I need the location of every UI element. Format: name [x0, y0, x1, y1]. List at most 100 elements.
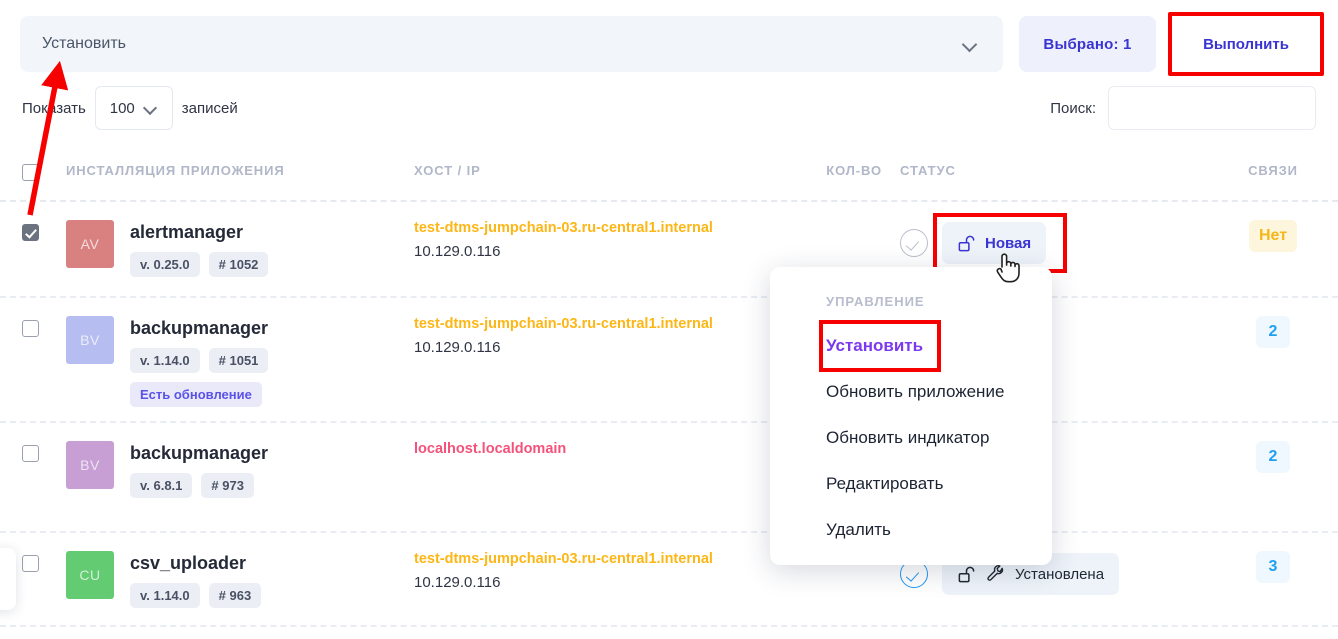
app-cell: CU csv_uploader v. 1.14.0 # 963 — [66, 551, 414, 608]
avatar: CU — [66, 551, 114, 599]
host-name[interactable]: test-dtms-jumpchain-03.ru-central1.inter… — [414, 220, 814, 236]
app-name: csv_uploader — [130, 553, 247, 573]
table-controls: Показать 100 записей Поиск: — [22, 86, 1316, 132]
select-all-checkbox[interactable] — [22, 163, 39, 181]
row-checkbox[interactable] — [22, 555, 39, 572]
search-group: Поиск: — [1050, 86, 1316, 130]
column-header-links: СВЯЗИ — [1248, 162, 1298, 178]
avatar-initials: BV — [80, 332, 100, 348]
row-select-cell — [22, 316, 66, 337]
app-info: backupmanager v. 1.14.0 # 1051 Есть обно… — [130, 316, 269, 407]
menu-item-label: Установить — [826, 336, 924, 355]
update-available-badge: Есть обновление — [130, 382, 262, 407]
status-label: Новая — [985, 234, 1032, 252]
top-action-bar: Установить Выбрано: 1 Выполнить — [20, 12, 1324, 76]
status-badge[interactable]: Новая — [933, 213, 1067, 273]
execute-button[interactable]: Выполнить — [1172, 16, 1320, 72]
host-name[interactable]: test-dtms-jumpchain-03.ru-central1.inter… — [414, 316, 814, 332]
wrench-icon — [987, 565, 1004, 581]
chevron-down-icon — [963, 36, 979, 52]
host-cell: test-dtms-jumpchain-03.ru-central1.inter… — [414, 551, 814, 591]
chevron-down-icon — [144, 101, 158, 115]
column-header-qty: КОЛ-ВО — [826, 162, 882, 178]
row-checkbox[interactable] — [22, 320, 39, 337]
app-chips: v. 1.14.0 # 963 — [130, 583, 262, 608]
show-suffix-label: записей — [181, 99, 238, 117]
host-cell: test-dtms-jumpchain-03.ru-central1.inter… — [414, 220, 814, 260]
links-cell: Нет — [1226, 220, 1338, 252]
installations-table: ИНСТАЛЛЯЦИЯ ПРИЛОЖЕНИЯ ХОСТ / IP КОЛ-ВО … — [0, 140, 1338, 627]
page-length-value: 100 — [109, 99, 135, 117]
page-length-group: Показать 100 записей — [22, 86, 238, 130]
menu-item-edit[interactable]: Редактировать — [770, 461, 1052, 507]
menu-item-label: Обновить приложение — [826, 382, 1005, 401]
host-ip: 10.129.0.116 — [414, 339, 501, 356]
select-all-cell — [22, 160, 66, 181]
host-ip: 10.129.0.116 — [414, 574, 501, 591]
table-row[interactable]: BV backupmanager v. 6.8.1 # 973 localhos… — [0, 423, 1338, 533]
app-cell: BV backupmanager v. 1.14.0 # 1051 Есть о… — [66, 316, 414, 407]
page-length-select[interactable]: 100 — [94, 86, 173, 130]
app-chips: v. 6.8.1 # 973 — [130, 473, 268, 498]
avatar-initials: CU — [79, 567, 101, 583]
build-chip: # 1051 — [208, 348, 269, 373]
status-cell: Новая — [882, 213, 1226, 273]
build-chip: # 973 — [201, 473, 254, 498]
version-chip: v. 1.14.0 — [130, 583, 200, 608]
host-name[interactable]: localhost.localdomain — [414, 441, 814, 457]
app-name: backupmanager — [130, 443, 269, 463]
search-label: Поиск: — [1050, 99, 1096, 117]
execute-button-label: Выполнить — [1203, 35, 1289, 53]
host-name[interactable]: test-dtms-jumpchain-03.ru-central1.inter… — [414, 551, 814, 567]
host-cell: test-dtms-jumpchain-03.ru-central1.inter… — [414, 316, 814, 356]
app-update-chips: Есть обновление — [130, 373, 268, 407]
build-chip: # 963 — [208, 583, 262, 608]
column-header-host: ХОСТ / IP — [414, 162, 481, 178]
table-row[interactable]: BV backupmanager v. 1.14.0 # 1051 Есть о… — [0, 298, 1338, 423]
menu-item-update-indicator[interactable]: Обновить индикатор — [770, 415, 1052, 461]
row-checkbox[interactable] — [22, 445, 39, 462]
build-chip: # 1052 — [208, 252, 269, 277]
menu-item-install[interactable]: Установить — [770, 323, 1052, 369]
avatar: AV — [66, 220, 114, 268]
edge-floating-card — [0, 548, 16, 610]
row-select-cell — [22, 551, 66, 572]
app-name: backupmanager — [130, 318, 269, 338]
links-badge[interactable]: 2 — [1256, 316, 1290, 348]
menu-item-install-wrapper: Установить — [770, 320, 1052, 372]
row-select-cell — [22, 220, 66, 241]
menu-item-delete[interactable]: Удалить — [770, 507, 1052, 553]
table-row[interactable]: CU csv_uploader v. 1.14.0 # 963 test-dtm… — [0, 533, 1338, 627]
bulk-action-value: Установить — [42, 35, 126, 52]
table-header-row: ИНСТАЛЛЯЦИЯ ПРИЛОЖЕНИЯ ХОСТ / IP КОЛ-ВО … — [0, 140, 1338, 202]
management-context-menu: УПРАВЛЕНИЕ Установить Обновить приложени… — [770, 267, 1052, 565]
row-checkbox[interactable] — [22, 224, 39, 241]
row-select-cell — [22, 441, 66, 462]
menu-item-label: Редактировать — [826, 474, 944, 493]
links-cell: 2 — [1226, 316, 1338, 348]
search-input[interactable] — [1108, 86, 1316, 130]
links-badge[interactable]: 2 — [1256, 441, 1290, 473]
links-badge[interactable]: 3 — [1256, 551, 1290, 583]
show-prefix-label: Показать — [22, 99, 86, 117]
check-circle-icon — [900, 229, 928, 257]
app-info: csv_uploader v. 1.14.0 # 963 — [130, 551, 262, 608]
app-cell: BV backupmanager v. 6.8.1 # 973 — [66, 441, 414, 498]
unlock-icon — [958, 566, 975, 582]
avatar: BV — [66, 441, 114, 489]
version-chip: v. 6.8.1 — [130, 473, 193, 498]
unlock-icon — [958, 235, 975, 251]
app-name: alertmanager — [130, 222, 244, 242]
menu-item-update-app[interactable]: Обновить приложение — [770, 369, 1052, 415]
selected-count-badge: Выбрано: 1 — [1019, 16, 1156, 72]
links-badge[interactable]: Нет — [1248, 220, 1298, 252]
table-row[interactable]: AV alertmanager v. 0.25.0 # 1052 test-dt… — [0, 202, 1338, 298]
links-cell: 3 — [1226, 551, 1338, 583]
host-ip: 10.129.0.116 — [414, 243, 501, 260]
avatar: BV — [66, 316, 114, 364]
avatar-initials: AV — [80, 236, 100, 252]
menu-section-title: УПРАВЛЕНИЕ — [826, 294, 925, 309]
status-label: Установлена — [1015, 565, 1105, 583]
bulk-action-select[interactable]: Установить — [20, 16, 1003, 72]
links-cell: 2 — [1226, 441, 1338, 473]
